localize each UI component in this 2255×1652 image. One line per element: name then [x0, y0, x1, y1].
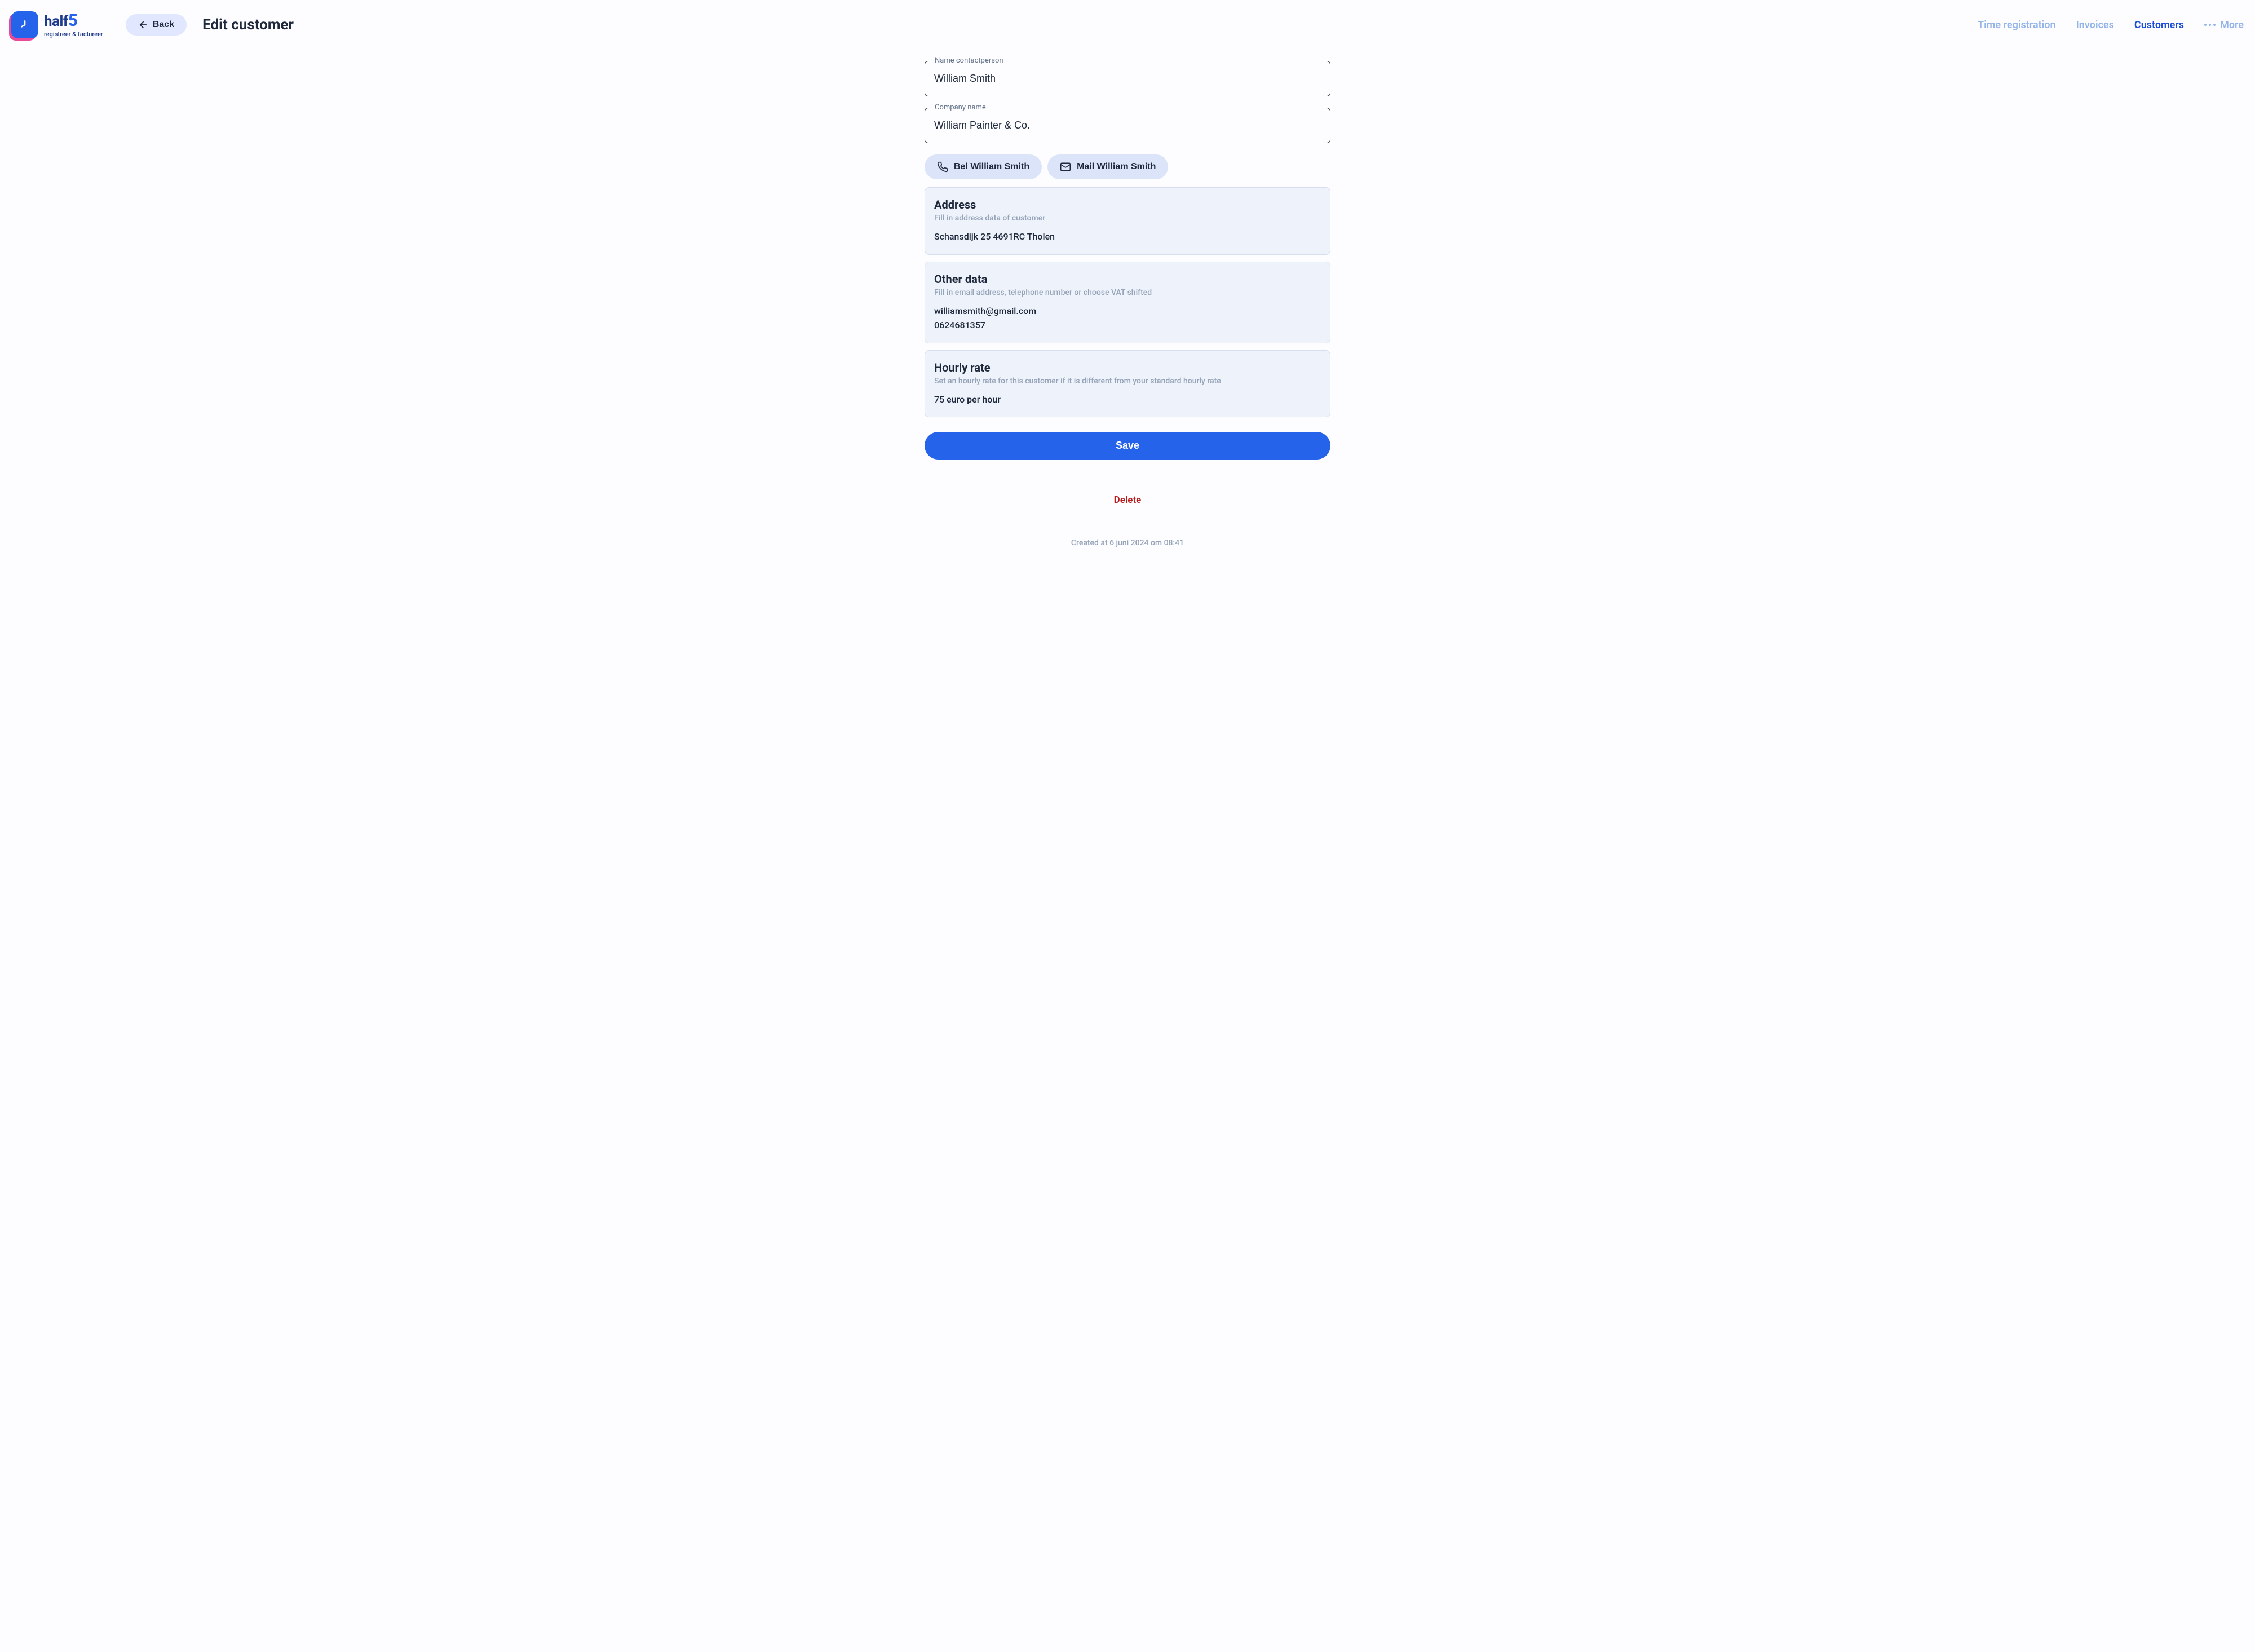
- company-name-group: Company name: [925, 108, 1330, 143]
- arrow-left-icon: [138, 20, 148, 30]
- hourly-rate-title: Hourly rate: [934, 361, 1321, 374]
- other-data-phone: 0624681357: [934, 318, 1321, 333]
- other-data-subtitle: Fill in email address, telephone number …: [934, 288, 1321, 297]
- contact-name-label: Name contactperson: [931, 56, 1007, 65]
- created-timestamp: Created at 6 juni 2024 om 08:41: [925, 538, 1330, 547]
- mail-button[interactable]: Mail William Smith: [1047, 154, 1168, 179]
- other-data-email: williamsmith@gmail.com: [934, 304, 1321, 319]
- other-data-card[interactable]: Other data Fill in email address, teleph…: [925, 262, 1330, 343]
- call-label: Bel William Smith: [954, 162, 1029, 172]
- nav-invoices[interactable]: Invoices: [2076, 19, 2114, 31]
- address-value: Schansdijk 25 4691RC Tholen: [934, 229, 1321, 244]
- nav-more-label: More: [2220, 19, 2244, 31]
- nav-customers[interactable]: Customers: [2134, 19, 2184, 31]
- back-button[interactable]: Back: [126, 14, 187, 36]
- more-dots-icon: [2204, 24, 2216, 26]
- action-buttons-row: Bel William Smith Mail William Smith: [925, 154, 1330, 179]
- other-data-title: Other data: [934, 272, 1321, 286]
- contact-name-input[interactable]: [925, 61, 1330, 96]
- mail-icon: [1060, 161, 1071, 173]
- hourly-rate-subtitle: Set an hourly rate for this customer if …: [934, 377, 1321, 386]
- logo-text: half5 registreer & factureer: [44, 12, 103, 38]
- logo-icon: [11, 11, 38, 38]
- logo-title-part2: 5: [68, 11, 78, 30]
- delete-button[interactable]: Delete: [925, 494, 1330, 506]
- back-label: Back: [153, 20, 174, 30]
- call-button[interactable]: Bel William Smith: [925, 154, 1042, 179]
- nav-time-registration[interactable]: Time registration: [1978, 19, 2056, 31]
- nav-more[interactable]: More: [2204, 19, 2244, 31]
- mail-label: Mail William Smith: [1077, 162, 1156, 172]
- address-subtitle: Fill in address data of customer: [934, 214, 1321, 223]
- logo[interactable]: half5 registreer & factureer: [11, 11, 103, 38]
- main-nav: Time registration Invoices Customers Mor…: [1978, 19, 2244, 31]
- hourly-rate-value: 75 euro per hour: [934, 392, 1321, 407]
- logo-title-part1: half: [44, 13, 68, 30]
- content: Name contactperson Company name Bel Will…: [913, 61, 1342, 581]
- page-title: Edit customer: [202, 16, 294, 33]
- address-card[interactable]: Address Fill in address data of customer…: [925, 187, 1330, 255]
- company-name-label: Company name: [931, 103, 989, 112]
- clock-icon: [17, 17, 32, 32]
- save-button[interactable]: Save: [925, 432, 1330, 460]
- address-title: Address: [934, 198, 1321, 211]
- hourly-rate-card[interactable]: Hourly rate Set an hourly rate for this …: [925, 350, 1330, 418]
- contact-name-group: Name contactperson: [925, 61, 1330, 96]
- header: half5 registreer & factureer Back Edit c…: [0, 0, 2255, 50]
- phone-icon: [937, 161, 948, 173]
- logo-subtitle: registreer & factureer: [44, 30, 103, 38]
- company-name-input[interactable]: [925, 108, 1330, 143]
